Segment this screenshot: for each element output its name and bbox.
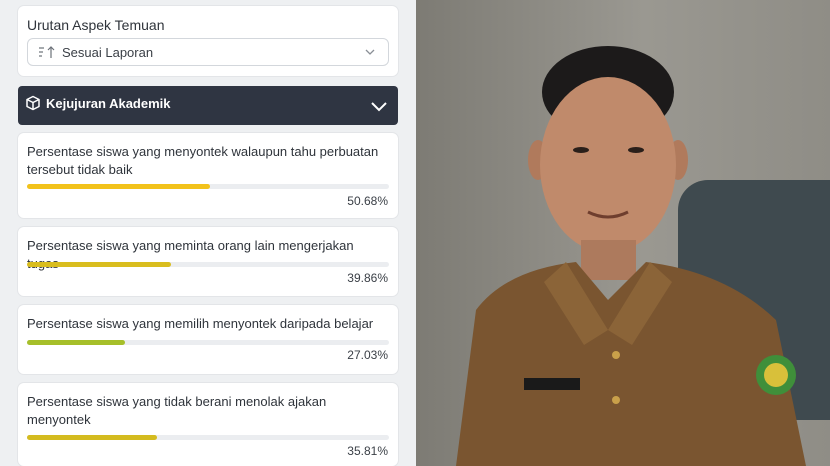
sort-ascending-icon — [39, 46, 55, 58]
photo — [416, 0, 830, 466]
section-header-kejujuran[interactable]: Kejujuran Akademik — [18, 86, 398, 125]
sort-card: Urutan Aspek Temuan Sesuai Laporan — [18, 6, 398, 76]
finding-item: Persentase siswa yang memilih menyontek … — [18, 305, 398, 374]
sort-select[interactable]: Sesuai Laporan — [27, 38, 389, 66]
progress-bar — [27, 184, 389, 189]
cube-icon — [26, 95, 40, 111]
findings-panel: Urutan Aspek Temuan Sesuai Laporan Kejuj… — [0, 0, 416, 466]
finding-percent: 39.86% — [347, 271, 388, 285]
progress-bar — [27, 262, 389, 267]
progress-bar — [27, 435, 389, 440]
finding-label: Persentase siswa yang menyontek walaupun… — [27, 144, 379, 177]
finding-item: Persentase siswa yang meminta orang lain… — [18, 227, 398, 296]
finding-item: Persentase siswa yang menyontek walaupun… — [18, 133, 398, 218]
sort-title: Urutan Aspek Temuan — [27, 17, 165, 33]
sort-select-value: Sesuai Laporan — [62, 45, 154, 60]
finding-item: Persentase siswa yang tidak berani menol… — [18, 383, 398, 466]
progress-fill — [27, 435, 157, 440]
person-illustration — [456, 46, 806, 466]
progress-bar — [27, 340, 389, 345]
chevron-down-icon — [365, 49, 375, 55]
finding-label: Persentase siswa yang tidak berani menol… — [27, 394, 327, 427]
finding-percent: 35.81% — [347, 444, 388, 458]
finding-percent: 27.03% — [347, 348, 388, 362]
finding-label: Persentase siswa yang meminta orang lain… — [27, 238, 354, 271]
section-title: Kejujuran Akademik — [46, 96, 171, 111]
progress-fill — [27, 340, 125, 345]
chevron-down-icon[interactable] — [370, 99, 388, 113]
progress-fill — [27, 184, 211, 189]
progress-fill — [27, 262, 172, 267]
finding-percent: 50.68% — [347, 194, 388, 208]
finding-label: Persentase siswa yang memilih menyontek … — [27, 316, 374, 331]
